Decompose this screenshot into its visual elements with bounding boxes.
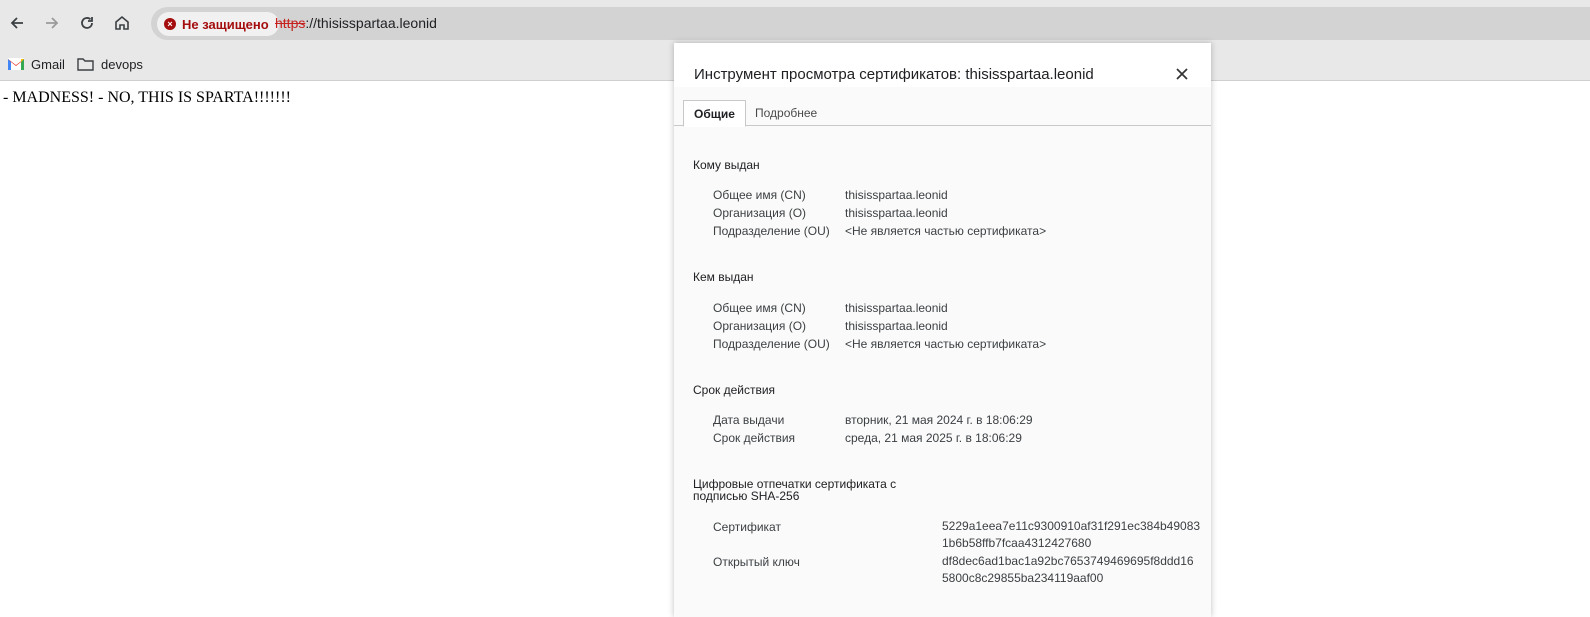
- bookmark-label: devops: [101, 56, 143, 72]
- validity-title: Срок действия: [693, 383, 776, 397]
- fingerprints-title: Цифровые отпечатки сертификата с подпись…: [693, 478, 896, 502]
- fingerprints-title-line: подписью SHA-256: [693, 489, 800, 503]
- forward-arrow-icon: [46, 17, 59, 29]
- fingerprint-value: df8dec6ad1bac1a92bc7653749469695f8ddd16 …: [942, 553, 1194, 587]
- certificate-viewer-dialog: Инструмент просмотра сертификатов: thisi…: [674, 43, 1211, 617]
- dialog-header: Инструмент просмотра сертификатов: thisi…: [674, 43, 1211, 87]
- url-host: ://thisisspartaa.leonid: [305, 15, 437, 31]
- close-button[interactable]: [1171, 63, 1193, 85]
- forward-button[interactable]: [39, 10, 65, 36]
- tab-bar: Общие Подробнее: [674, 100, 1211, 127]
- fingerprint-line: 1b6b58ffb7fcaa4312427680: [942, 536, 1092, 550]
- bookmark-gmail[interactable]: Gmail: [8, 53, 65, 75]
- field-label: Общее имя (CN): [713, 188, 806, 202]
- field-label: Открытый ключ: [713, 555, 800, 569]
- back-button[interactable]: [4, 10, 30, 36]
- url-text[interactable]: https://thisisspartaa.leonid: [275, 15, 437, 31]
- field-label: Подразделение (OU): [713, 337, 830, 351]
- close-icon: [1176, 68, 1188, 80]
- field-label: Дата выдачи: [713, 413, 785, 427]
- fingerprint-line: df8dec6ad1bac1a92bc7653749469695f8ddd16: [942, 554, 1194, 568]
- field-label: Общее имя (CN): [713, 301, 806, 315]
- field-value: thisisspartaa.leonid: [845, 206, 948, 220]
- field-value: вторник, 21 мая 2024 г. в 18:06:29: [845, 413, 1033, 427]
- home-button[interactable]: [109, 10, 135, 36]
- field-value: <Не является частью сертификата>: [845, 224, 1047, 238]
- security-chip[interactable]: × Не защищено: [157, 12, 279, 36]
- reload-button[interactable]: [74, 10, 100, 36]
- field-label: Организация (O): [713, 319, 807, 333]
- page-body-text: - MADNESS! - NO, THIS IS SPARTA!!!!!!!: [3, 89, 291, 106]
- field-value: среда, 21 мая 2025 г. в 18:06:29: [845, 431, 1022, 445]
- fingerprint-line: 5800c8c29855ba234119aaf00: [942, 571, 1104, 585]
- bookmark-label: Gmail: [31, 56, 65, 72]
- address-bar[interactable]: × Не защищено https://thisisspartaa.leon…: [151, 7, 1590, 40]
- dialog-title: Инструмент просмотра сертификатов: thisi…: [694, 66, 1094, 83]
- tab-details[interactable]: Подробнее: [745, 100, 827, 126]
- url-scheme: https: [275, 15, 306, 31]
- reload-icon: [81, 17, 93, 29]
- field-value: thisisspartaa.leonid: [845, 319, 948, 333]
- tab-general[interactable]: Общие: [683, 100, 746, 127]
- field-label: Подразделение (OU): [713, 224, 830, 238]
- bookmark-devops[interactable]: devops: [77, 53, 143, 75]
- field-value: <Не является частью сертификата>: [845, 337, 1047, 351]
- home-icon: [115, 15, 129, 30]
- field-value: thisisspartaa.leonid: [845, 301, 948, 315]
- warning-icon: ×: [164, 18, 176, 30]
- security-label: Не защищено: [182, 16, 269, 32]
- field-label: Сертификат: [713, 520, 781, 534]
- field-label: Организация (O): [713, 206, 807, 220]
- issued-to-title: Кому выдан: [693, 158, 760, 172]
- folder-icon: [77, 58, 94, 71]
- fingerprint-value: 5229a1eea7e11c9300910af31f291ec384b49083…: [942, 518, 1201, 552]
- back-arrow-icon: [10, 17, 23, 29]
- browser-toolbar: × Не защищено https://thisisspartaa.leon…: [0, 0, 1590, 47]
- field-label: Срок действия: [713, 431, 796, 445]
- fingerprint-line: 5229a1eea7e11c9300910af31f291ec384b49083: [942, 519, 1201, 533]
- gmail-icon: [8, 58, 24, 70]
- issued-by-title: Кем выдан: [693, 270, 754, 284]
- field-value: thisisspartaa.leonid: [845, 188, 948, 202]
